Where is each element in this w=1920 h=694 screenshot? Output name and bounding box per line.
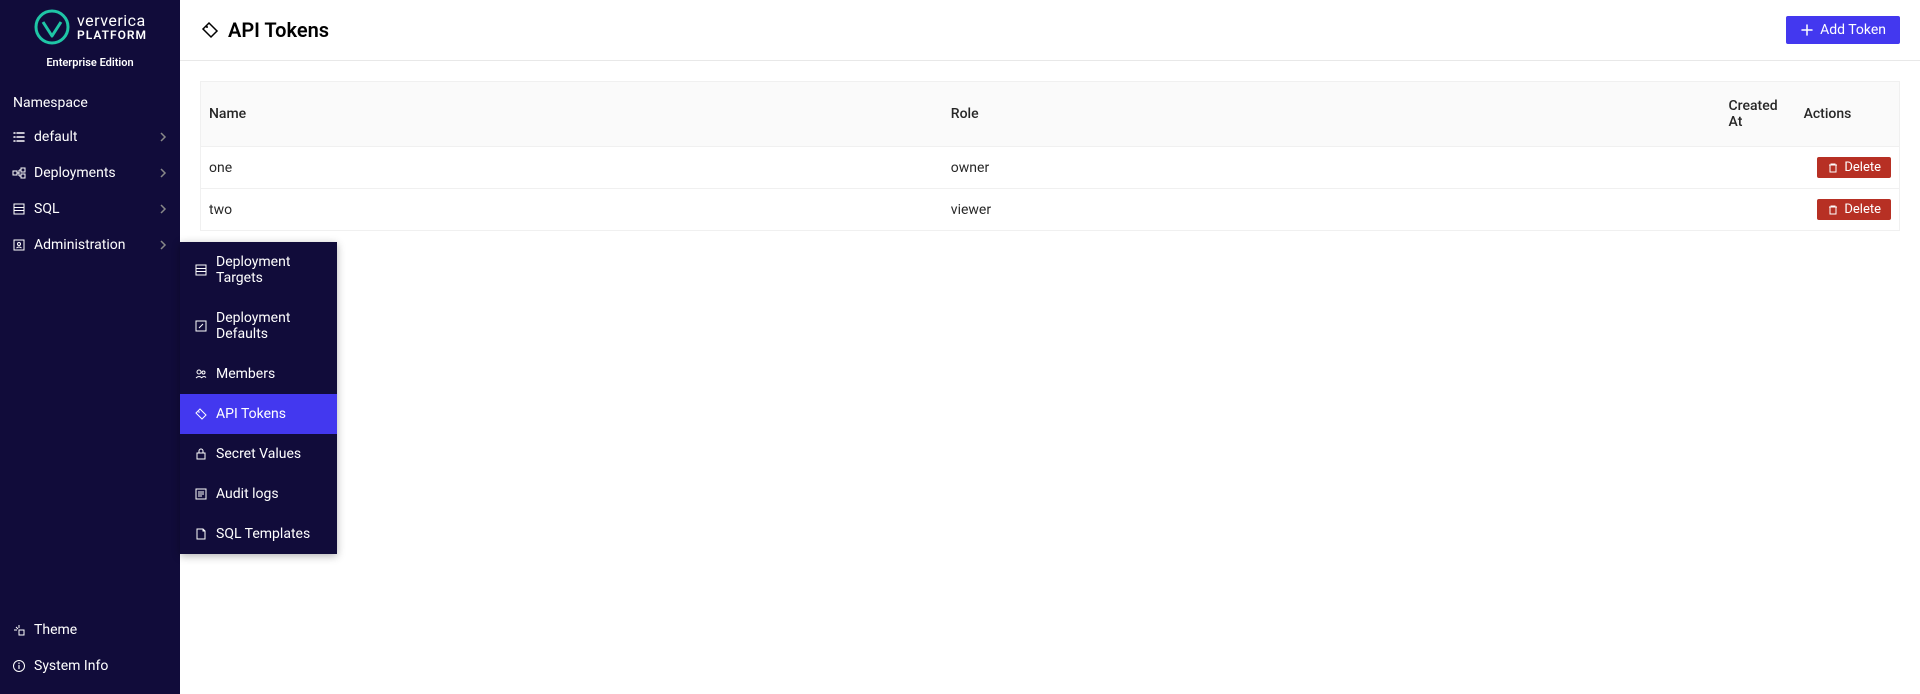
sidebar-bottom: Theme System Info <box>0 612 180 694</box>
column-header-actions: Actions <box>1796 82 1900 147</box>
submenu-item-label: SQL Templates <box>216 526 310 542</box>
submenu-item-label: API Tokens <box>216 406 286 422</box>
targets-icon <box>194 263 208 277</box>
brand-text: ververica PLATFORM <box>77 13 147 41</box>
column-header-created-at: Created At <box>1721 82 1796 147</box>
tag-icon <box>200 20 220 40</box>
list-icon <box>12 130 26 144</box>
token-name-cell: two <box>201 189 943 231</box>
header-title-wrap: API Tokens <box>200 18 329 42</box>
submenu-item-deployment-defaults[interactable]: Deployment Defaults <box>180 298 337 354</box>
sidebar-item-label: Administration <box>34 237 158 253</box>
content-area: Name Role Created At Actions one owner <box>180 61 1920 251</box>
token-name-cell: one <box>201 147 943 189</box>
chevron-right-icon <box>158 204 168 214</box>
api-tokens-table: Name Role Created At Actions one owner <box>200 81 1900 231</box>
sidebar-item-deployments[interactable]: Deployments <box>0 155 180 191</box>
edit-icon <box>194 319 208 333</box>
brand-platform: PLATFORM <box>77 29 147 41</box>
sidebar-item-default[interactable]: default <box>0 119 180 155</box>
sidebar-item-label: Deployments <box>34 165 158 181</box>
token-created-cell <box>1721 189 1796 231</box>
table-row: two viewer Delete <box>201 189 1900 231</box>
sidebar-item-theme[interactable]: Theme <box>0 612 180 648</box>
chevron-right-icon <box>158 240 168 250</box>
delete-label: Delete <box>1844 160 1881 175</box>
sidebar-spacer <box>0 263 180 612</box>
template-icon <box>194 527 208 541</box>
submenu-item-label: Deployment Targets <box>216 254 323 286</box>
add-token-label: Add Token <box>1820 22 1886 38</box>
submenu-item-members[interactable]: Members <box>180 354 337 394</box>
submenu-item-label: Secret Values <box>216 446 301 462</box>
tag-icon <box>194 407 208 421</box>
submenu-item-label: Members <box>216 366 275 382</box>
page-title: API Tokens <box>228 18 329 42</box>
submenu-item-sql-templates[interactable]: SQL Templates <box>180 514 337 554</box>
trash-icon <box>1827 162 1839 174</box>
members-icon <box>194 367 208 381</box>
sidebar-item-administration[interactable]: Administration <box>0 227 180 263</box>
submenu-item-secret-values[interactable]: Secret Values <box>180 434 337 474</box>
lock-icon <box>194 447 208 461</box>
token-role-cell: viewer <box>943 189 1721 231</box>
token-actions-cell: Delete <box>1796 147 1900 189</box>
sidebar-item-label: default <box>34 129 158 145</box>
submenu-item-label: Audit logs <box>216 486 279 502</box>
trash-icon <box>1827 204 1839 216</box>
table-row: one owner Delete <box>201 147 1900 189</box>
theme-icon <box>12 623 26 637</box>
sidebar-item-label: Theme <box>34 622 168 638</box>
chevron-right-icon <box>158 132 168 142</box>
info-icon <box>12 659 26 673</box>
administration-submenu: Deployment Targets Deployment Defaults M… <box>180 242 337 554</box>
submenu-item-audit-logs[interactable]: Audit logs <box>180 474 337 514</box>
logo-mark-icon <box>33 8 71 46</box>
column-header-name: Name <box>201 82 943 147</box>
namespace-heading: Namespace <box>0 87 180 119</box>
page-header: API Tokens Add Token <box>180 0 1920 61</box>
add-token-button[interactable]: Add Token <box>1786 16 1900 44</box>
token-created-cell <box>1721 147 1796 189</box>
database-icon <box>12 202 26 216</box>
brand-name: ververica <box>77 13 147 29</box>
audit-icon <box>194 487 208 501</box>
app-root: ververica PLATFORM Enterprise Edition Na… <box>0 0 1920 694</box>
delete-label: Delete <box>1844 202 1881 217</box>
sidebar-item-system-info[interactable]: System Info <box>0 648 180 684</box>
submenu-item-api-tokens[interactable]: API Tokens <box>180 394 337 434</box>
sidebar: ververica PLATFORM Enterprise Edition Na… <box>0 0 180 694</box>
sidebar-item-label: SQL <box>34 201 158 217</box>
sidebar-item-label: System Info <box>34 658 168 674</box>
plus-icon <box>1800 23 1814 37</box>
brand-logo: ververica PLATFORM <box>0 0 180 50</box>
submenu-item-deployment-targets[interactable]: Deployment Targets <box>180 242 337 298</box>
edition-label: Enterprise Edition <box>0 50 180 87</box>
chevron-right-icon <box>158 168 168 178</box>
delete-button[interactable]: Delete <box>1817 199 1891 220</box>
token-role-cell: owner <box>943 147 1721 189</box>
submenu-item-label: Deployment Defaults <box>216 310 323 342</box>
main-content: API Tokens Add Token Name Role Created A… <box>180 0 1920 694</box>
column-header-role: Role <box>943 82 1721 147</box>
delete-button[interactable]: Delete <box>1817 157 1891 178</box>
token-actions-cell: Delete <box>1796 189 1900 231</box>
admin-icon <box>12 238 26 252</box>
sidebar-item-sql[interactable]: SQL <box>0 191 180 227</box>
deployments-icon <box>12 166 26 180</box>
table-header-row: Name Role Created At Actions <box>201 82 1900 147</box>
